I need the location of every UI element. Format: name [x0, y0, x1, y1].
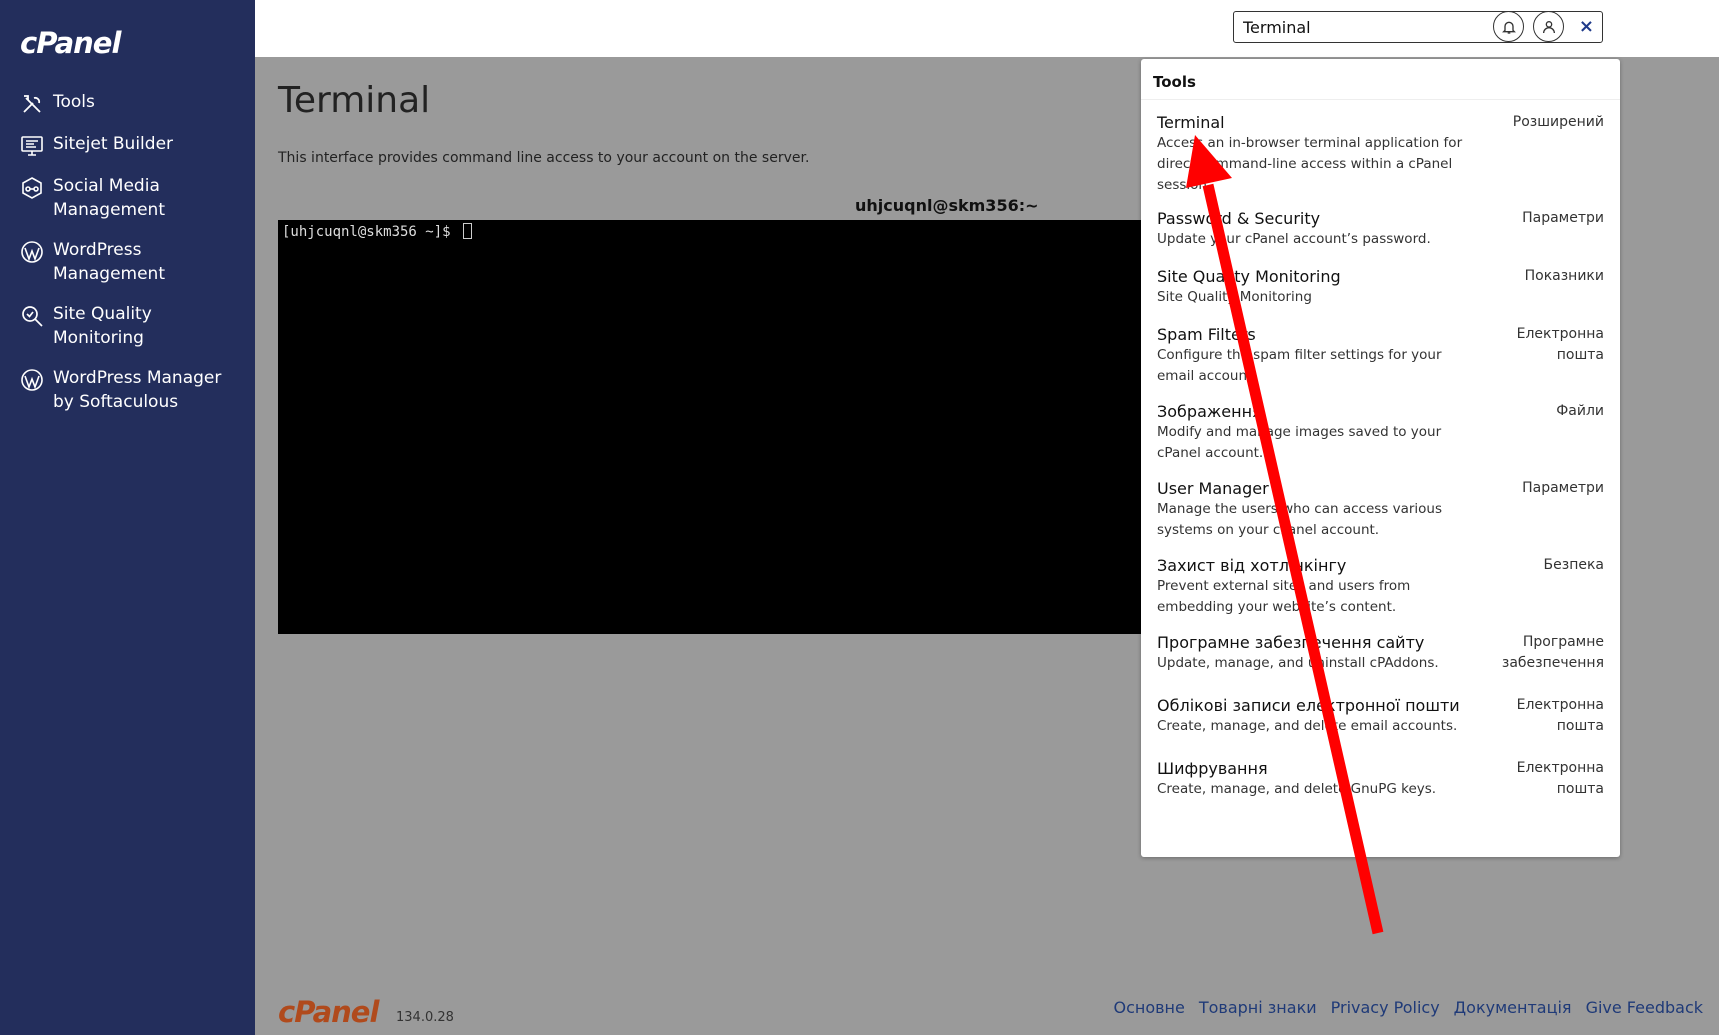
social-icon [22, 177, 42, 199]
footer-cpanel-logo: cPanel [278, 995, 379, 1029]
terminal-prompt: [uhjcuqnl@skm356 ~]$ [282, 224, 460, 240]
footer-link-feedback[interactable]: Give Feedback [1586, 998, 1703, 1017]
sidebar-item-label: Tools [53, 92, 95, 112]
notifications-button[interactable] [1493, 11, 1524, 42]
result-description: Configure the spam filter settings for y… [1157, 347, 1442, 384]
sidebar-item-tools[interactable]: Tools [0, 90, 255, 116]
result-category: Електронна пошта [1516, 326, 1604, 363]
top-bar: × [255, 0, 1719, 57]
magnifier-check-icon [22, 306, 43, 327]
result-item[interactable]: User Manager Manage the users who can ac… [1141, 478, 1620, 555]
monitor-icon [21, 136, 43, 156]
search-results-dropdown: Tools Terminal Access an in-browser term… [1141, 59, 1620, 857]
clear-search-button[interactable]: × [1579, 16, 1594, 38]
sidebar-nav: Tools Sitejet Builder Social Media Manag… [0, 90, 255, 430]
result-item[interactable]: Spam Filters Configure the spam filter s… [1141, 324, 1620, 401]
result-category: Розширений [1512, 114, 1604, 130]
result-item[interactable]: Програмне забезпечення сайту Update, man… [1141, 632, 1620, 695]
result-title: Облікові записи електронної пошти [1157, 696, 1460, 715]
terminal-title: uhjcuqnl@skm356:~ [855, 196, 1039, 215]
wordpress-icon [21, 241, 43, 263]
result-title: Terminal [1157, 113, 1225, 132]
result-item[interactable]: Password & Security Update your cPanel a… [1141, 208, 1620, 266]
result-title: Програмне забезпечення сайту [1157, 633, 1425, 652]
result-category: Показники [1524, 268, 1604, 284]
terminal-cursor [463, 223, 473, 239]
result-title: User Manager [1157, 479, 1269, 498]
footer-link-docs[interactable]: Документація [1454, 998, 1572, 1017]
divider [1141, 99, 1620, 100]
result-item[interactable]: Site Quality Monitoring Site Quality Mon… [1141, 266, 1620, 324]
result-category: Електронна пошта [1516, 697, 1604, 734]
result-title: Site Quality Monitoring [1157, 267, 1341, 286]
result-title: Захист від хотлінкінгу [1157, 556, 1347, 575]
result-title: Spam Filters [1157, 325, 1256, 344]
result-item[interactable]: Зображення Modify and manage images save… [1141, 401, 1620, 478]
sidebar-item-label: WordPress Management [53, 240, 165, 284]
footer-link-trademarks[interactable]: Товарні знаки [1199, 998, 1317, 1017]
result-description: Create, manage, and delete email account… [1157, 718, 1458, 734]
result-description: Update your cPanel account’s password. [1157, 231, 1431, 247]
sidebar-item-label: Sitejet Builder [53, 134, 174, 154]
sidebar-item-label: Social Media Management [53, 176, 165, 220]
footer-link-privacy[interactable]: Privacy Policy [1331, 998, 1440, 1017]
result-description: Site Quality Monitoring [1157, 289, 1312, 305]
result-title: Password & Security [1157, 209, 1321, 228]
footer-links: Основне Товарні знаки Privacy Policy Док… [1113, 998, 1703, 1017]
sidebar-item-wordpress[interactable]: WordPress Management [0, 238, 255, 286]
result-category: Програмне забезпечення [1501, 634, 1604, 671]
result-category: Параметри [1522, 210, 1604, 226]
result-category: Файли [1556, 403, 1604, 419]
user-menu-button[interactable] [1533, 11, 1564, 42]
sidebar: cPanel Tools Sitejet Builder Social Medi… [0, 0, 255, 1035]
sidebar-item-sitejet[interactable]: Sitejet Builder [0, 132, 255, 158]
sidebar-item-wp-softaculous[interactable]: WordPress Manager by Softaculous [0, 366, 255, 414]
result-description: Modify and manage images saved to your c… [1157, 424, 1442, 461]
result-item-terminal[interactable]: Terminal Access an in-browser terminal a… [1141, 112, 1620, 208]
sidebar-item-social[interactable]: Social Media Management [0, 174, 255, 222]
result-category: Параметри [1522, 480, 1604, 496]
page-title: Terminal [278, 80, 431, 121]
results-group-header: Tools [1153, 73, 1196, 91]
sidebar-item-label: Site Quality Monitoring [53, 304, 152, 348]
result-item[interactable]: Облікові записи електронної пошти Create… [1141, 695, 1620, 758]
result-item[interactable]: Шифрування Create, manage, and delete Gn… [1141, 758, 1620, 821]
bell-icon [1501, 21, 1516, 34]
tools-icon [23, 95, 41, 113]
page-description: This interface provides command line acc… [278, 150, 810, 166]
cpanel-logo[interactable]: cPanel [20, 26, 121, 60]
sidebar-item-label: WordPress Manager by Softaculous [53, 368, 222, 412]
results-list: Terminal Access an in-browser terminal a… [1141, 112, 1620, 821]
sidebar-item-site-quality[interactable]: Site Quality Monitoring [0, 302, 255, 350]
result-item[interactable]: Захист від хотлінкінгу Prevent external … [1141, 555, 1620, 632]
result-description: Create, manage, and delete GnuPG keys. [1157, 781, 1437, 797]
result-description: Manage the users who can access various … [1157, 501, 1443, 538]
footer-link-home[interactable]: Основне [1113, 998, 1184, 1017]
result-description: Update, manage, and uninstall cPAddons. [1157, 655, 1439, 671]
wordpress-icon [21, 369, 43, 391]
result-category: Безпека [1543, 557, 1604, 573]
result-category: Електронна пошта [1516, 760, 1604, 797]
result-title: Шифрування [1157, 759, 1268, 778]
result-title: Зображення [1157, 402, 1262, 421]
result-description: Access an in-browser terminal applicatio… [1157, 135, 1463, 193]
version-label: 134.0.28 [396, 1010, 454, 1025]
user-icon [1542, 20, 1555, 33]
result-description: Prevent external sites and users from em… [1157, 578, 1411, 615]
